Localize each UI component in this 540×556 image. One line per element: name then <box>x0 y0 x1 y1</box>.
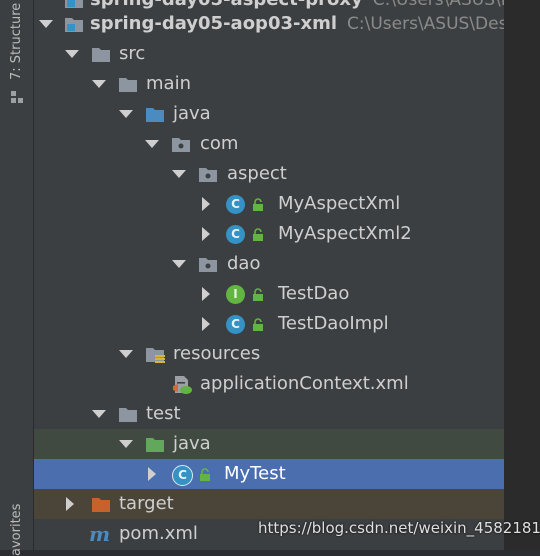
tree-row-testdao[interactable]: I TestDao <box>34 279 504 309</box>
tree-row-java[interactable]: java <box>34 99 504 129</box>
tree-row-testdaoimpl[interactable]: C TestDaoImpl <box>34 309 504 339</box>
test-label: test <box>146 403 181 424</box>
tree-row-target[interactable]: target <box>34 489 504 519</box>
class-icon: C <box>226 225 245 244</box>
favorites-tool-tab[interactable]: avorites <box>9 504 24 556</box>
interface-icon: I <box>226 285 245 304</box>
module-folder-icon <box>65 0 83 8</box>
testdao-label: TestDao <box>278 283 350 304</box>
folder-icon <box>119 78 137 92</box>
tree-row-myaspectxml[interactable]: C MyAspectXml <box>34 189 504 219</box>
tree-row-resources[interactable]: resources <box>34 339 504 369</box>
left-tool-strip: 7: Structure avorites <box>0 0 34 556</box>
tree-row-mytest[interactable]: C MyTest <box>34 459 504 489</box>
main-label: main <box>146 73 191 94</box>
collapse-arrow-icon[interactable] <box>38 9 54 39</box>
collapse-arrow-icon[interactable] <box>171 249 187 279</box>
com-label: com <box>200 133 239 154</box>
source-folder-icon <box>146 108 164 122</box>
collapse-arrow-icon[interactable] <box>171 159 187 189</box>
tree-row-test[interactable]: test <box>34 399 504 429</box>
watermark: https://blog.csdn.net/weixin_45821811 <box>258 519 540 537</box>
tree-row-com[interactable]: com <box>34 129 504 159</box>
project-tree: spring-day05-aspect-proxyC:\Users\ASUS\D… <box>34 0 540 550</box>
collapse-arrow-icon[interactable] <box>91 399 107 429</box>
lock-icon <box>253 228 263 241</box>
target-label: target <box>119 493 174 514</box>
test-source-folder-icon <box>146 438 164 452</box>
module-folder-icon <box>65 18 83 32</box>
tree-row-dao[interactable]: dao <box>34 249 504 279</box>
lock-icon <box>253 318 263 331</box>
tree-row-applicationcontext[interactable]: applicationContext.xml <box>34 369 504 399</box>
collapse-arrow-icon[interactable] <box>64 39 80 69</box>
svg-text:m: m <box>89 525 110 543</box>
myaspectxml2-label: MyAspectXml2 <box>278 223 412 244</box>
expand-arrow-icon[interactable] <box>198 219 214 249</box>
scrollbar-gutter[interactable] <box>504 0 540 550</box>
expand-arrow-icon[interactable] <box>198 189 214 219</box>
lock-icon <box>253 288 263 301</box>
myaspectxml-label: MyAspectXml <box>278 193 401 214</box>
tree-row-src[interactable]: src <box>34 39 504 69</box>
expand-arrow-icon[interactable] <box>62 489 78 519</box>
src-label: src <box>119 43 146 64</box>
resources-label: resources <box>173 343 261 364</box>
package-icon <box>172 138 190 152</box>
resources-folder-icon <box>146 348 165 363</box>
tree-row-main[interactable]: main <box>34 69 504 99</box>
expand-arrow-icon[interactable] <box>198 309 214 339</box>
class-icon: C <box>226 195 245 214</box>
folder-icon <box>92 48 110 62</box>
xml-file-icon <box>173 376 192 394</box>
class-icon: C <box>226 315 245 334</box>
package-icon <box>199 258 217 272</box>
aspect-label: aspect <box>227 163 287 184</box>
structure-icon[interactable] <box>10 90 24 104</box>
tree-row-project[interactable]: spring-day05-aop03-xml C:\Users\ASUS\Desk… <box>34 9 524 39</box>
collapse-arrow-icon[interactable] <box>144 129 160 159</box>
dao-label: dao <box>227 253 261 274</box>
test-class-icon: C <box>172 465 193 486</box>
tree-row-test-java[interactable]: java <box>34 429 504 459</box>
collapse-arrow-icon[interactable] <box>91 69 107 99</box>
lock-icon <box>200 468 210 481</box>
lock-icon <box>253 198 263 211</box>
collapse-arrow-icon[interactable] <box>118 99 134 129</box>
structure-tool-tab[interactable]: 7: Structure <box>9 3 24 80</box>
folder-icon <box>119 408 137 422</box>
expand-arrow-icon[interactable] <box>144 459 160 489</box>
package-icon <box>199 168 217 182</box>
collapse-arrow-icon[interactable] <box>118 339 134 369</box>
tree-row-aspect[interactable]: aspect <box>34 159 504 189</box>
test-java-label: java <box>173 433 211 454</box>
expand-arrow-icon[interactable] <box>198 279 214 309</box>
applicationcontext-label: applicationContext.xml <box>200 373 409 394</box>
collapse-arrow-icon[interactable] <box>118 429 134 459</box>
mytest-label: MyTest <box>224 463 286 484</box>
pom-label: pom.xml <box>119 523 198 544</box>
excluded-folder-icon <box>92 498 110 512</box>
java-label: java <box>173 103 211 124</box>
maven-icon: m <box>89 525 110 543</box>
tree-row-myaspectxml2[interactable]: C MyAspectXml2 <box>34 219 504 249</box>
project-label: spring-day05-aop03-xml C:\Users\ASUS\Desk… <box>90 13 524 34</box>
testdaoimpl-label: TestDaoImpl <box>278 313 389 334</box>
